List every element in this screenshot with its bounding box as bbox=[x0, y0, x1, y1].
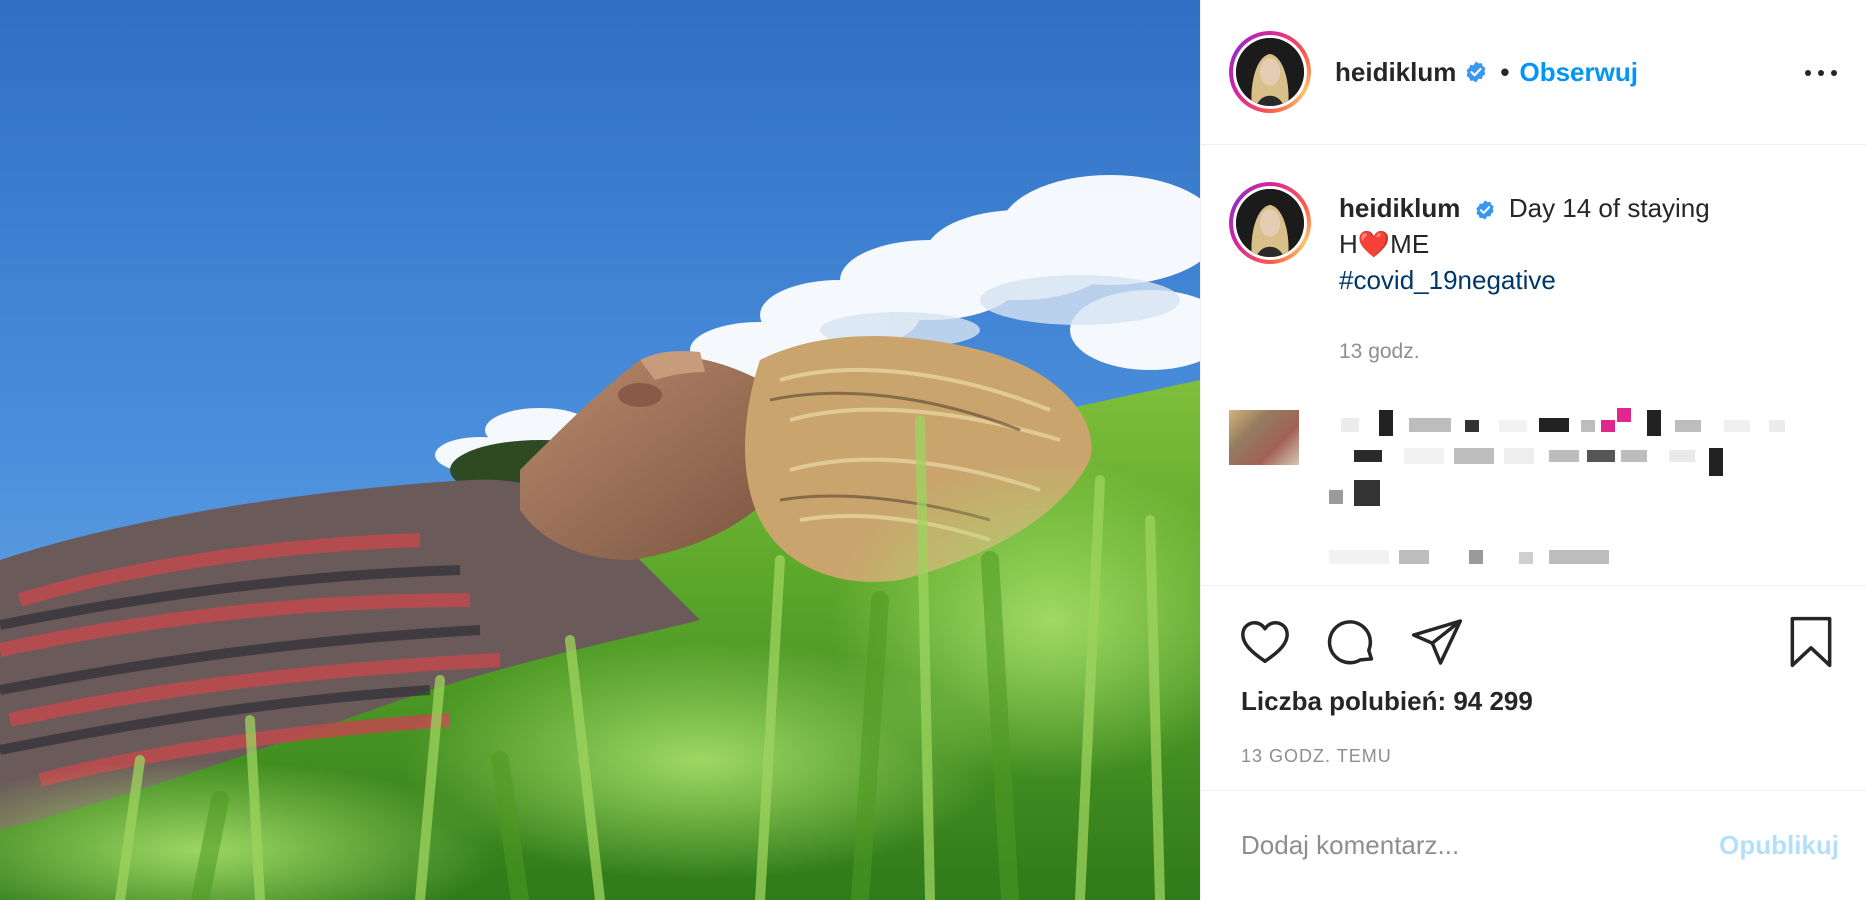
caption-text-me: ME bbox=[1390, 229, 1430, 259]
share-icon[interactable] bbox=[1409, 614, 1465, 670]
more-options-icon[interactable] bbox=[1805, 58, 1837, 88]
instagram-post: heidiklum • Obserwuj heidiklum Day 14 of… bbox=[0, 0, 1866, 900]
post-actions: Liczba polubień: 94 299 13 godz. temu bbox=[1201, 585, 1866, 790]
caption-avatar-icon bbox=[1236, 189, 1304, 257]
post-sidebar: heidiklum • Obserwuj heidiklum Day 14 of… bbox=[1200, 0, 1866, 900]
post-caption: heidiklum Day 14 of staying H❤️ME #covid… bbox=[1229, 182, 1839, 370]
post-header: heidiklum • Obserwuj bbox=[1201, 0, 1866, 145]
caption-avatar[interactable] bbox=[1229, 182, 1311, 264]
verified-badge-icon bbox=[1464, 60, 1488, 84]
post-timestamp[interactable]: 13 godz. temu bbox=[1241, 746, 1392, 767]
post-photo[interactable] bbox=[0, 0, 1200, 900]
comment-input[interactable] bbox=[1241, 830, 1720, 861]
censored-comment bbox=[1229, 400, 1839, 575]
caption-text-h: H bbox=[1339, 229, 1358, 259]
publish-button[interactable]: Opublikuj bbox=[1719, 830, 1839, 861]
caption-username[interactable]: heidiklum bbox=[1339, 193, 1460, 223]
caption-verified-badge-icon bbox=[1474, 199, 1496, 221]
caption-hashtag-link[interactable]: #covid_19negative bbox=[1339, 262, 1710, 298]
comment-icon[interactable] bbox=[1323, 614, 1379, 670]
comment-avatar-pixelated bbox=[1229, 410, 1299, 465]
photo-illustration bbox=[0, 0, 1200, 900]
caption-heart-emoji: ❤️ bbox=[1357, 229, 1391, 259]
comment-form: Opublikuj bbox=[1201, 790, 1866, 900]
profile-avatar[interactable] bbox=[1229, 31, 1311, 113]
header-separator: • bbox=[1500, 56, 1510, 87]
bookmark-icon[interactable] bbox=[1783, 614, 1839, 670]
likes-count[interactable]: Liczba polubień: 94 299 bbox=[1241, 686, 1533, 717]
heart-icon[interactable] bbox=[1237, 614, 1293, 670]
profile-avatar-icon bbox=[1236, 38, 1304, 106]
caption-text: Day 14 of staying bbox=[1508, 193, 1710, 223]
follow-button[interactable]: Obserwuj bbox=[1519, 57, 1637, 88]
author-username[interactable]: heidiklum bbox=[1335, 57, 1456, 88]
caption-timestamp[interactable]: 13 godz. bbox=[1339, 334, 1710, 370]
